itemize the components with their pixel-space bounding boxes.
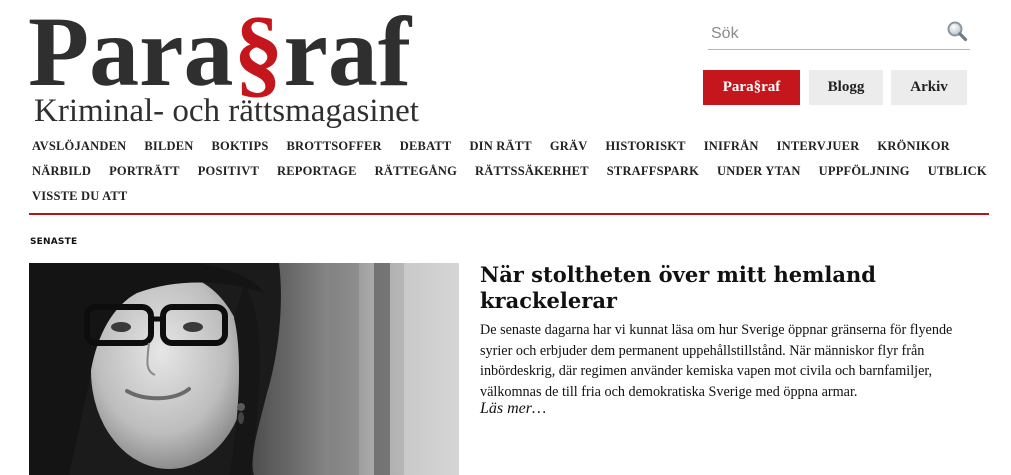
nav-item-grav[interactable]: GRÄV xyxy=(550,138,588,154)
nav-item-straffspark[interactable]: STRAFFSPARK xyxy=(607,163,699,179)
category-nav-row: NÄRBILD PORTRÄTT POSITIVT REPORTAGE RÄTT… xyxy=(32,163,987,188)
nav-divider xyxy=(29,213,989,215)
nav-item-intervjuer[interactable]: INTERVJUER xyxy=(777,138,860,154)
nav-item-rattegang[interactable]: RÄTTEGÅNG xyxy=(375,163,457,179)
search-box xyxy=(708,18,970,50)
nav-item-kronikor[interactable]: KRÖNIKOR xyxy=(877,138,949,154)
nav-item-bilden[interactable]: BILDEN xyxy=(144,138,193,154)
nav-item-rattssakerhet[interactable]: RÄTTSSÄKERHET xyxy=(475,163,589,179)
article-excerpt: De senaste dagarna har vi kunnat läsa om… xyxy=(480,322,953,400)
search-input[interactable] xyxy=(708,22,940,46)
article-photo[interactable] xyxy=(29,263,459,475)
nav-item-utblick[interactable]: UTBLICK xyxy=(928,163,987,179)
nav-item-uppfoljning[interactable]: UPPFÖLJNING xyxy=(819,163,910,179)
category-nav: AVSLÖJANDEN BILDEN BOKTIPS BROTTSOFFER D… xyxy=(32,138,987,213)
section-label: SENASTE xyxy=(30,237,78,247)
nav-item-inifran[interactable]: INIFRÅN xyxy=(704,138,759,154)
site-tagline: Kriminal- och rättsmagasinet xyxy=(34,93,419,129)
nav-item-under-ytan[interactable]: UNDER YTAN xyxy=(717,163,801,179)
nav-item-visste-du-att[interactable]: VISSTE DU ATT xyxy=(32,188,127,204)
nav-item-positivt[interactable]: POSITIVT xyxy=(198,163,259,179)
paragraf-button[interactable]: Para§raf xyxy=(703,70,800,105)
logo-text-start: Para xyxy=(28,0,234,107)
blogg-button[interactable]: Blogg xyxy=(809,70,883,105)
nav-item-historiskt[interactable]: HISTORISKT xyxy=(605,138,685,154)
nav-item-boktips[interactable]: BOKTIPS xyxy=(212,138,269,154)
logo-text-end: raf xyxy=(283,0,412,107)
nav-item-reportage[interactable]: REPORTAGE xyxy=(277,163,357,179)
category-nav-row: AVSLÖJANDEN BILDEN BOKTIPS BROTTSOFFER D… xyxy=(32,138,982,163)
nav-item-brottsoffer[interactable]: BROTTSOFFER xyxy=(286,138,381,154)
nav-item-debatt[interactable]: DEBATT xyxy=(400,138,452,154)
logo-paragraph-mark: § xyxy=(233,0,284,107)
nav-item-portratt[interactable]: PORTRÄTT xyxy=(109,163,180,179)
nav-item-din-ratt[interactable]: DIN RÄTT xyxy=(469,138,531,154)
article-headline[interactable]: När stoltheten över mitt hemland krackel… xyxy=(480,262,980,314)
read-more-link[interactable]: Läs mer… xyxy=(480,400,546,418)
nav-item-narbild[interactable]: NÄRBILD xyxy=(32,163,91,179)
site-logo[interactable]: Para§raf xyxy=(28,2,411,102)
nav-item-avslojanden[interactable]: AVSLÖJANDEN xyxy=(32,138,126,154)
search-icon[interactable] xyxy=(946,20,968,42)
arkiv-button[interactable]: Arkiv xyxy=(891,70,967,105)
category-nav-row: VISSTE DU ATT xyxy=(32,188,982,213)
